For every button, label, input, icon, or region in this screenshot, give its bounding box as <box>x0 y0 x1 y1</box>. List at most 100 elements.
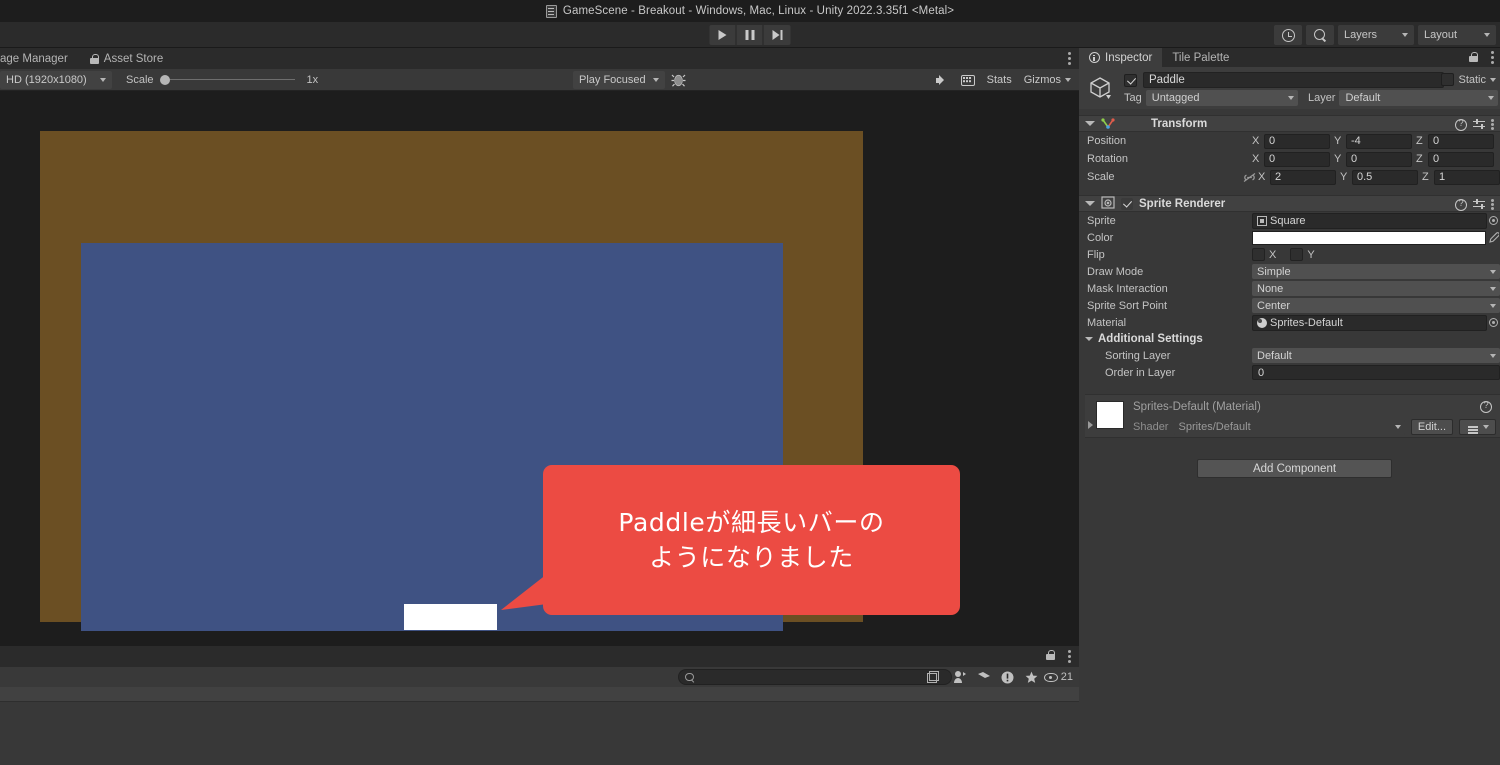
tab-inspector[interactable]: Inspector <box>1079 48 1163 67</box>
additional-settings-header[interactable]: Additional Settings <box>1079 331 1500 347</box>
chevron-down-icon[interactable] <box>1490 77 1496 82</box>
help-icon[interactable] <box>1455 198 1467 211</box>
help-icon[interactable] <box>1480 400 1492 413</box>
project-search-field[interactable] <box>678 669 952 685</box>
axis-z-label: Z <box>1416 135 1423 147</box>
tab-package-manager[interactable]: age Manager <box>0 48 79 69</box>
warning-icon[interactable] <box>996 667 1020 687</box>
sprite-object-field[interactable]: Square <box>1252 212 1487 229</box>
material-object-field[interactable]: Sprites-Default <box>1252 314 1487 331</box>
flip-row: Flip X Y <box>1079 246 1500 263</box>
position-z-field[interactable]: 0 <box>1428 133 1494 149</box>
game-view-render[interactable]: Paddleが細長いバーの ようになりました <box>0 91 1079 646</box>
lock-icon[interactable] <box>1469 52 1478 62</box>
search-button[interactable] <box>1306 25 1334 45</box>
gameobject-enabled-checkbox[interactable] <box>1124 73 1137 87</box>
order-in-layer-field[interactable]: 0 <box>1252 365 1500 380</box>
static-toggle[interactable]: Static <box>1441 73 1496 86</box>
mute-audio-button[interactable] <box>930 71 955 89</box>
project-panel-menu-icon[interactable] <box>1068 649 1071 664</box>
foldout-arrow-icon[interactable] <box>1085 121 1095 126</box>
flip-y-checkbox[interactable] <box>1290 248 1304 261</box>
layers-dropdown[interactable]: Layers <box>1338 25 1414 45</box>
mask-interaction-dropdown[interactable]: None <box>1252 281 1500 296</box>
annotation-line-1: Paddleが細長いバーの <box>618 507 885 537</box>
add-component-button[interactable]: Add Component <box>1197 459 1392 478</box>
eyedropper-icon[interactable] <box>1486 230 1500 246</box>
rotation-y-field[interactable]: 0 <box>1346 151 1412 167</box>
undo-history-button[interactable] <box>1274 25 1302 45</box>
bug-icon[interactable] <box>670 72 687 88</box>
resolution-dropdown[interactable]: HD (1920x1080) <box>0 70 112 89</box>
project-search-input[interactable] <box>698 671 917 683</box>
flip-y-label: Y <box>1307 248 1315 261</box>
sprite-sort-point-label: Sprite Sort Point <box>1087 299 1168 312</box>
flip-x-checkbox[interactable] <box>1252 248 1265 261</box>
shader-menu-button[interactable] <box>1459 419 1496 435</box>
label-icon[interactable] <box>972 667 996 687</box>
layer-value: Default <box>1345 92 1381 104</box>
pause-button[interactable] <box>736 25 764 45</box>
gameobject-name-value: Paddle <box>1149 74 1185 86</box>
scale-x-field[interactable]: 2 <box>1270 169 1336 185</box>
draw-mode-dropdown[interactable]: Simple <box>1252 264 1500 279</box>
chevron-down-icon <box>1490 303 1496 308</box>
sprite-object-picker-icon[interactable] <box>1487 213 1500 229</box>
shader-value: Sprites/Default <box>1178 421 1251 433</box>
speaker-icon <box>935 74 949 86</box>
rotation-x-field[interactable]: 0 <box>1264 151 1330 167</box>
tag-dropdown[interactable]: Untagged <box>1145 90 1298 106</box>
slider-knob[interactable] <box>159 74 170 85</box>
foldout-arrow-icon[interactable] <box>1085 201 1095 206</box>
preset-icon[interactable] <box>1473 199 1485 210</box>
tab-asset-store[interactable]: Asset Store <box>79 48 174 69</box>
play-mode-dropdown[interactable]: Play Focused <box>573 71 665 89</box>
position-x-field[interactable]: 0 <box>1264 133 1330 149</box>
gameobject-cube-icon[interactable] <box>1087 75 1113 101</box>
title-bar: GameScene - Breakout - Windows, Mac, Lin… <box>0 0 1500 22</box>
gizmos-dropdown[interactable]: Gizmos <box>1018 71 1077 89</box>
scale-y-field[interactable]: 0.5 <box>1352 169 1418 185</box>
sprite-sort-point-dropdown[interactable]: Center <box>1252 298 1500 313</box>
step-button[interactable] <box>763 25 791 45</box>
annotation-callout: Paddleが細長いバーの ようになりました <box>543 465 960 615</box>
help-icon[interactable] <box>1455 118 1467 131</box>
position-y-field[interactable]: -4 <box>1346 133 1412 149</box>
rotation-z-field[interactable]: 0 <box>1428 151 1494 167</box>
hamburger-menu-icon <box>1466 419 1479 435</box>
play-button[interactable] <box>709 25 737 45</box>
scale-slider[interactable] <box>159 74 295 86</box>
layout-dropdown[interactable]: Layout <box>1418 25 1496 45</box>
stats-toggle-icon-button[interactable] <box>955 71 981 89</box>
color-swatch-field[interactable] <box>1252 230 1486 245</box>
game-view-menu-icon[interactable] <box>1068 51 1071 66</box>
favorite-icon[interactable] <box>1020 667 1044 687</box>
component-menu-icon[interactable] <box>1491 198 1494 211</box>
project-panel-body[interactable] <box>0 687 1079 765</box>
sorting-layer-dropdown[interactable]: Default <box>1252 348 1500 363</box>
material-preview-swatch <box>1096 401 1124 429</box>
preset-icon[interactable] <box>1473 119 1485 130</box>
lock-icon[interactable] <box>1046 650 1055 660</box>
save-search-icon[interactable] <box>921 667 945 687</box>
sprite-renderer-header[interactable]: Sprite Renderer <box>1079 195 1500 212</box>
foldout-arrow-icon[interactable] <box>1085 337 1093 341</box>
component-menu-icon[interactable] <box>1491 118 1494 131</box>
inspector-menu-icon[interactable] <box>1491 50 1494 65</box>
play-mode-label: Play Focused <box>579 74 646 86</box>
gameobject-name-field[interactable]: Paddle <box>1143 72 1444 88</box>
constrain-proportions-off-icon[interactable] <box>1243 172 1256 183</box>
shader-dropdown[interactable]: Sprites/Default <box>1174 419 1405 435</box>
tab-tile-palette[interactable]: Tile Palette <box>1162 48 1239 67</box>
foldout-arrow-icon[interactable] <box>1088 421 1093 429</box>
static-checkbox[interactable] <box>1441 73 1455 86</box>
stats-button[interactable]: Stats <box>981 71 1018 89</box>
sprite-renderer-header-icons <box>1455 198 1494 211</box>
position-axes: X 0 Y -4 Z 0 <box>1252 133 1494 149</box>
layer-dropdown[interactable]: Default <box>1339 90 1498 106</box>
sprite-renderer-enabled-checkbox[interactable] <box>1121 197 1133 210</box>
material-object-picker-icon[interactable] <box>1487 315 1500 331</box>
shader-edit-button[interactable]: Edit... <box>1410 419 1453 435</box>
transform-header[interactable]: Transform <box>1079 115 1500 132</box>
scale-z-field[interactable]: 1 <box>1434 169 1500 185</box>
